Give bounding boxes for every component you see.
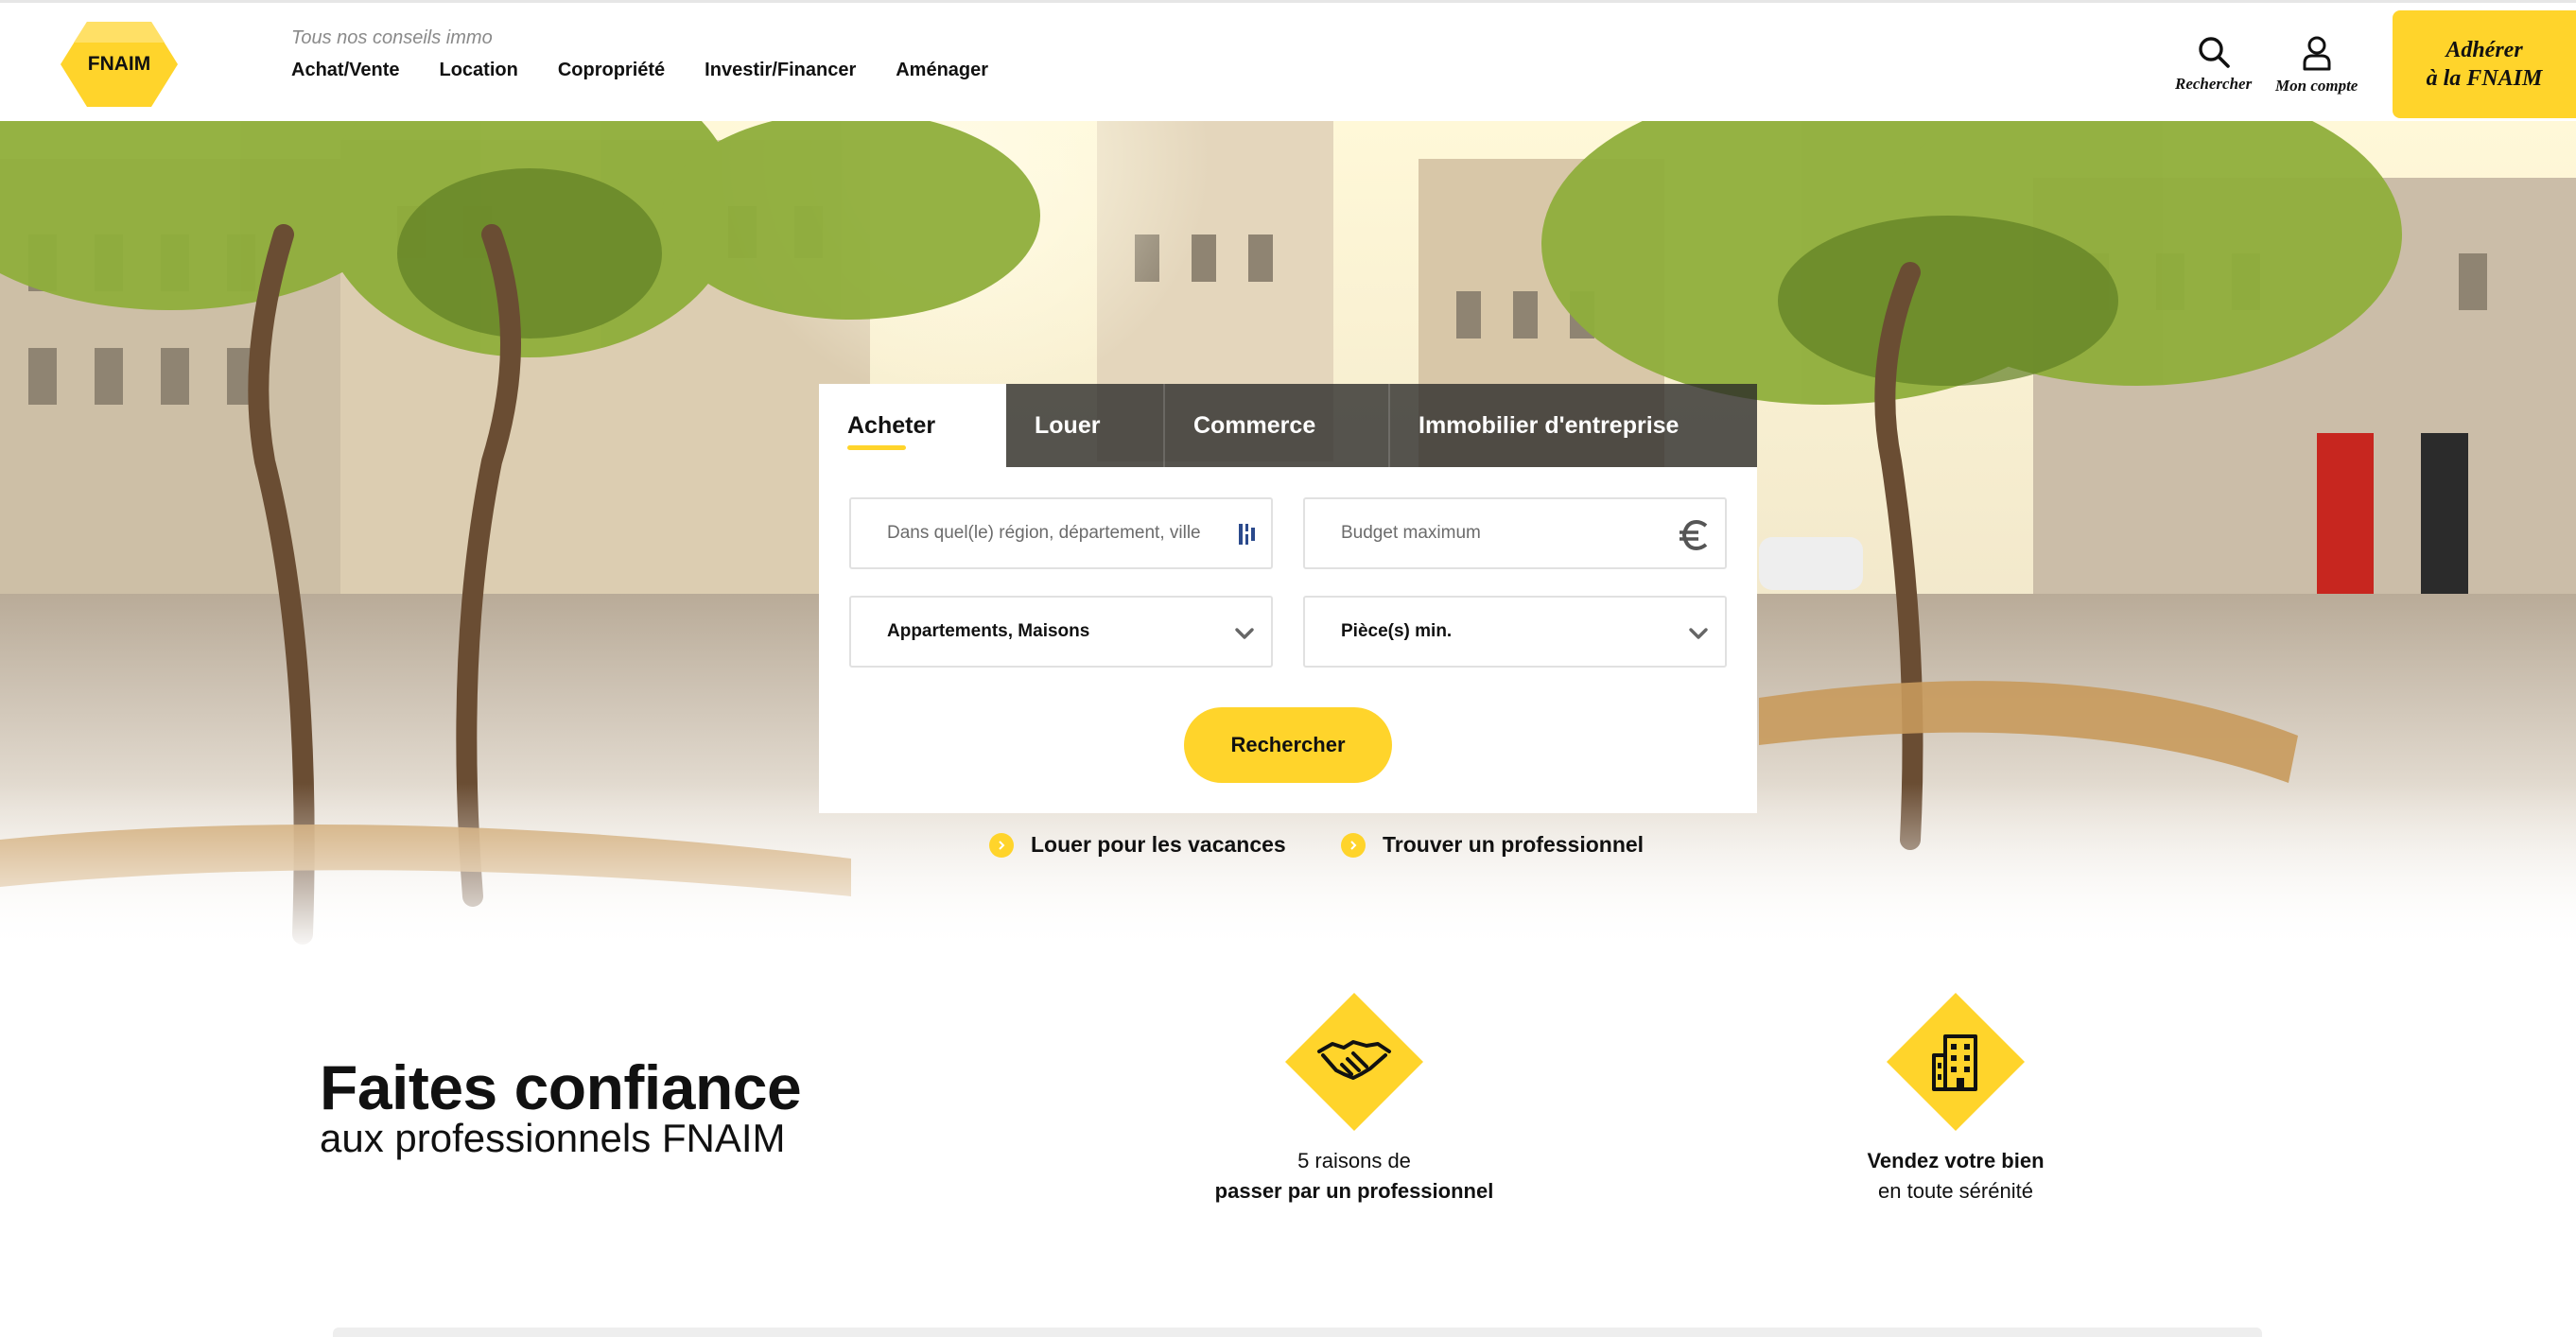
search-submit-button[interactable]: Rechercher	[1184, 707, 1392, 783]
budget-placeholder: Budget maximum	[1341, 523, 1481, 543]
search-tabs: Acheter Louer Commerce Immobilier d'entr…	[819, 384, 1757, 467]
feature-vendez-bien[interactable]: Vendez votre bien en toute sérénité	[1767, 993, 2145, 1207]
property-type-value: Appartements, Maisons	[887, 621, 1090, 641]
nav-location[interactable]: Location	[439, 60, 517, 81]
next-section-edge	[333, 1328, 2262, 1337]
chevron-down-icon	[1689, 628, 1708, 639]
site-header: FNAIM Tous nos conseils immo Achat/Vente…	[0, 0, 2576, 121]
feature-line1: 5 raisons de	[1297, 1149, 1411, 1172]
location-placeholder: Dans quel(le) région, département, ville	[887, 523, 1201, 543]
feature-diamond	[1887, 993, 2025, 1131]
handshake-icon	[1285, 993, 1423, 1131]
tab-immobilier-entreprise[interactable]: Immobilier d'entreprise	[1390, 384, 1757, 467]
search-icon	[2198, 37, 2230, 68]
fnaim-logo[interactable]: FNAIM	[61, 22, 178, 107]
tab-louer[interactable]: Louer	[1006, 384, 1165, 467]
feature-line2: en toute sérénité	[1878, 1179, 2033, 1203]
quicklink-label: Louer pour les vacances	[1031, 832, 1286, 857]
search-panel: Dans quel(le) région, département, ville…	[819, 467, 1757, 813]
quicklink-louer-vacances[interactable]: Louer pour les vacances	[989, 832, 1286, 858]
trust-title: Faites confiance	[320, 1052, 802, 1122]
location-input[interactable]: Dans quel(le) région, département, ville	[849, 497, 1273, 569]
chevron-down-icon	[1235, 628, 1254, 639]
feature-5-raisons[interactable]: 5 raisons de passer par un professionnel	[1165, 993, 1543, 1207]
logo-text: FNAIM	[87, 53, 151, 75]
feature-line1: Vendez votre bien	[1867, 1149, 2045, 1172]
budget-input[interactable]: Budget maximum	[1303, 497, 1727, 569]
tagline: Tous nos conseils immo	[291, 27, 493, 48]
user-icon	[2303, 36, 2331, 71]
header-search-label: Rechercher	[2175, 75, 2253, 93]
join-line1: Adhérer	[2445, 38, 2523, 62]
euro-icon	[1680, 520, 1708, 550]
tab-acheter[interactable]: Acheter	[819, 384, 1006, 467]
hero-quicklinks: Louer pour les vacances Trouver un profe…	[0, 832, 2576, 870]
building-icon	[1887, 993, 2025, 1131]
quicklink-label: Trouver un professionnel	[1383, 832, 1645, 857]
property-type-select[interactable]: Appartements, Maisons	[849, 596, 1273, 668]
nav-amenager[interactable]: Aménager	[896, 60, 988, 81]
nav-copropriete[interactable]: Copropriété	[558, 60, 665, 81]
nav-investir-financer[interactable]: Investir/Financer	[705, 60, 856, 81]
trust-subtitle: aux professionnels FNAIM	[320, 1116, 786, 1160]
feature-diamond	[1285, 993, 1423, 1131]
header-search-button[interactable]: Rechercher	[2175, 35, 2252, 94]
quicklink-trouver-professionnel[interactable]: Trouver un professionnel	[1341, 832, 1644, 858]
chevron-right-icon	[989, 832, 1014, 858]
nav-achat-vente[interactable]: Achat/Vente	[291, 60, 399, 81]
rooms-min-select[interactable]: Pièce(s) min.	[1303, 596, 1727, 668]
join-fnaim-button[interactable]: Adhérer à la FNAIM	[2393, 10, 2576, 118]
header-account-label: Mon compte	[2275, 77, 2358, 95]
join-line2: à la FNAIM	[2426, 66, 2543, 91]
chevron-right-icon	[1341, 832, 1366, 858]
tab-commerce[interactable]: Commerce	[1165, 384, 1390, 467]
rooms-min-value: Pièce(s) min.	[1341, 621, 1453, 641]
header-account-button[interactable]: Mon compte	[2275, 35, 2358, 96]
feature-line2: passer par un professionnel	[1214, 1179, 1494, 1203]
map-list-icon[interactable]	[1237, 520, 1258, 548]
main-nav: Achat/Vente Location Copropriété Investi…	[291, 60, 1028, 81]
